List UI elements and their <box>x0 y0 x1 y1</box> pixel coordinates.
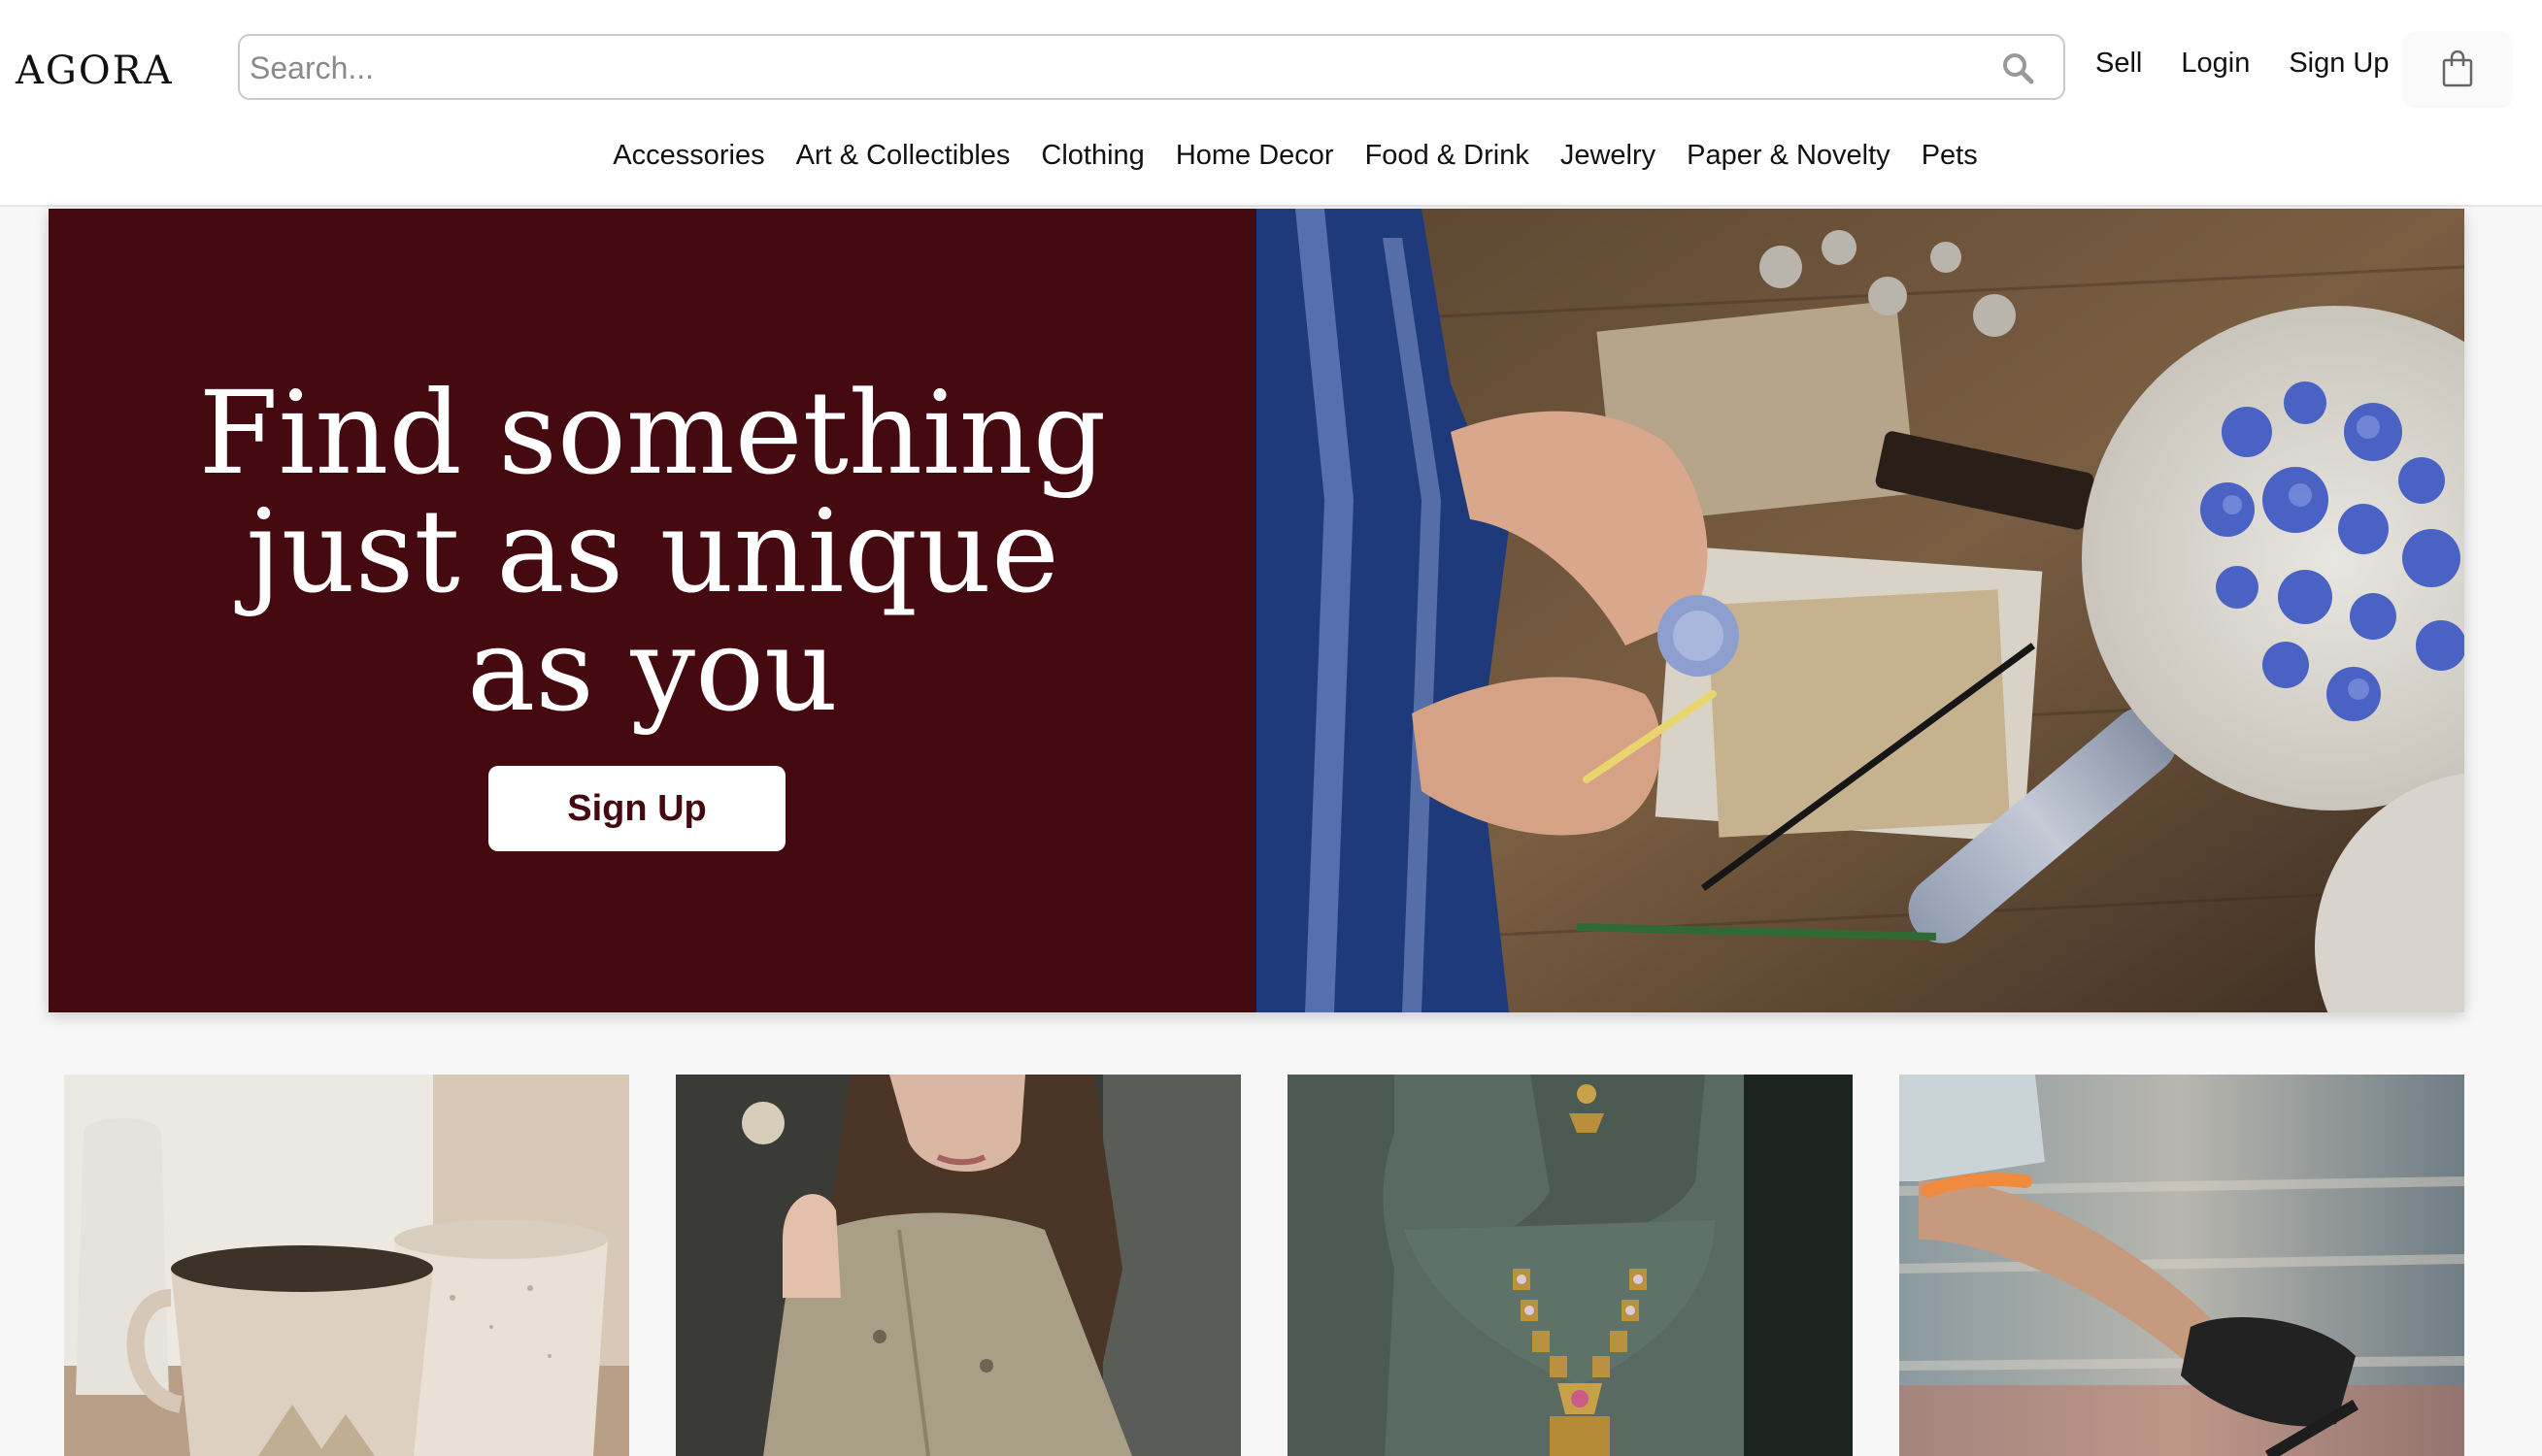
category-pets[interactable]: Pets <box>1922 140 1978 172</box>
featured-tiles <box>0 1075 2542 1456</box>
category-jewelry[interactable]: Jewelry <box>1560 140 1656 172</box>
category-art-collectibles[interactable]: Art & Collectibles <box>796 140 1011 172</box>
woman-in-trench-coat-photo[interactable] <box>676 1075 1241 1456</box>
hero-heading-line: as you <box>466 603 839 737</box>
login-link[interactable]: Login <box>2181 48 2250 80</box>
category-accessories[interactable]: Accessories <box>613 140 764 172</box>
hero-text-panel: Find something just as unique as you Sig… <box>49 209 1256 1012</box>
cart-button[interactable] <box>2404 32 2511 106</box>
site-header: AGORA Sell Login Sign Up Accessories Art… <box>0 0 2542 207</box>
cyclist-photo[interactable] <box>1899 1075 2464 1456</box>
category-clothing[interactable]: Clothing <box>1041 140 1144 172</box>
gold-necklace-on-bust-photo[interactable] <box>1288 1075 1853 1456</box>
search-input[interactable] <box>248 44 1980 92</box>
category-paper-novelty[interactable]: Paper & Novelty <box>1687 140 1890 172</box>
hero-heading: Find something just as unique as you <box>49 374 1256 729</box>
category-home-decor[interactable]: Home Decor <box>1176 140 1334 172</box>
sell-link[interactable]: Sell <box>2095 48 2142 80</box>
signup-link[interactable]: Sign Up <box>2289 48 2389 80</box>
site-logo[interactable]: AGORA <box>16 49 174 93</box>
wax-seal-crafting-photo <box>1256 209 2464 1012</box>
hero-heading-line: Find something <box>198 366 1107 500</box>
shopping-bag-icon <box>2442 50 2473 87</box>
account-links: Sell Login Sign Up <box>2095 48 2390 80</box>
hero-heading-line: just as unique <box>246 484 1059 618</box>
ceramic-mugs-photo[interactable] <box>64 1075 629 1456</box>
search-icon[interactable] <box>2001 51 2034 84</box>
category-food-drink[interactable]: Food & Drink <box>1365 140 1529 172</box>
hero-signup-button[interactable]: Sign Up <box>488 766 786 851</box>
search-bar <box>238 34 2065 100</box>
category-nav: Accessories Art & Collectibles Clothing … <box>0 140 2542 172</box>
hero-banner: Find something just as unique as you Sig… <box>49 209 2464 1012</box>
